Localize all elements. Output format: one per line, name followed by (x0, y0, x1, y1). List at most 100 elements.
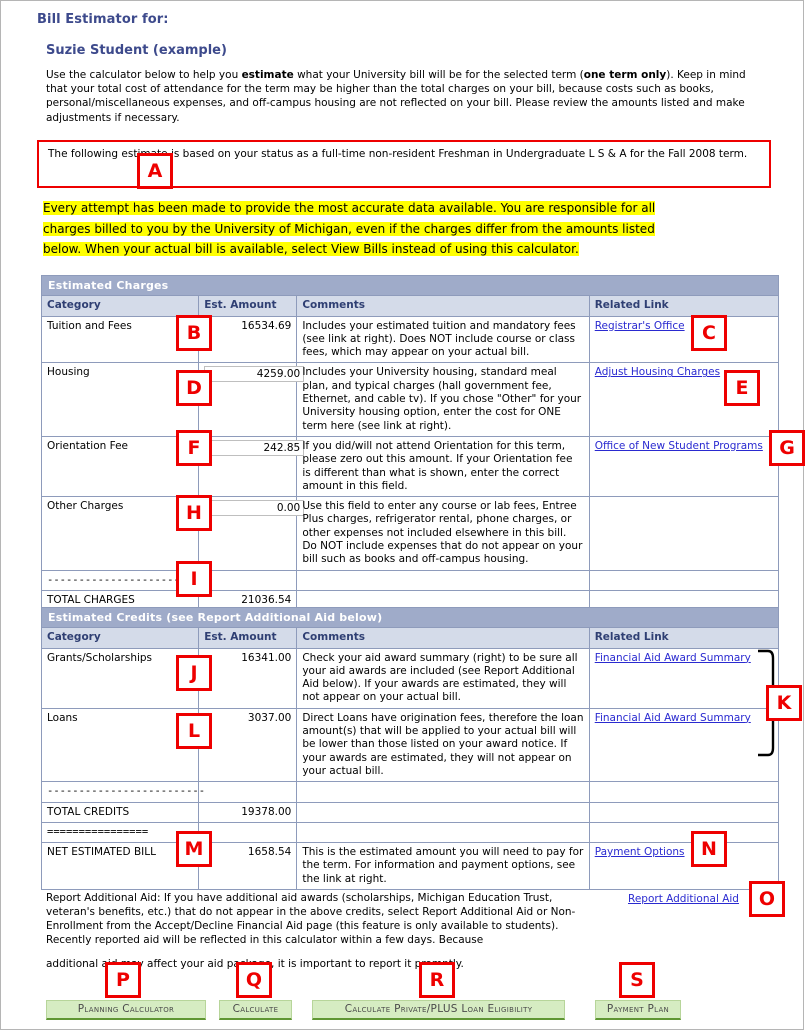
table-row: Loans 3037.00 Direct Loans have originat… (40, 707, 780, 783)
net-bill-amount: 1658.54 (198, 842, 298, 891)
marker-n: N (691, 831, 727, 867)
marker-p: P (105, 962, 141, 998)
credits-separator-row: ------------------------- (40, 781, 780, 803)
charges-col-link: Related Link (588, 295, 780, 317)
credits-col-category: Category (40, 627, 200, 649)
credits-total-amount: 19378.00 (198, 801, 298, 823)
marker-g: G (769, 430, 805, 466)
credits-row-0-amount: 16341.00 (198, 647, 298, 709)
marker-e: E (724, 370, 760, 406)
marker-m: M (176, 831, 212, 867)
charges-row-2-comment: If you did/will not attend Orientation f… (296, 435, 590, 498)
page-title: Bill Estimator for: (37, 12, 169, 27)
bill-estimator-page: Bill Estimator for: Suzie Student (examp… (0, 0, 805, 1030)
marker-d: D (176, 370, 212, 406)
table-row: Housing Includes your University housing… (40, 362, 780, 437)
marker-l: L (176, 713, 212, 749)
charges-separator-row: ----------------------- (40, 569, 780, 591)
credits-row-0-link-cell: Financial Aid Award Summary (588, 647, 780, 709)
estimated-charges-table: Estimated Charges Category Est. Amount C… (40, 274, 780, 612)
credits-separator-dashes: ------------------------- (40, 781, 205, 803)
charges-separator-link (588, 569, 780, 591)
charges-col-amount: Est. Amount (198, 295, 298, 317)
credits-row-0-comment: Check your aid award summary (right) to … (296, 647, 590, 709)
marker-s: S (619, 962, 655, 998)
charges-separator-amount (198, 569, 298, 591)
charges-row-3-comment: Use this field to enter any course or la… (296, 496, 590, 571)
table-row: Tuition and Fees 16534.69 Includes your … (40, 315, 780, 364)
charges-row-0-amount: 16534.69 (198, 315, 298, 364)
marker-q: Q (236, 962, 272, 998)
charges-section-title: Estimated Charges (41, 274, 779, 297)
charges-col-category: Category (40, 295, 200, 317)
credits-separator-link (588, 781, 780, 803)
credits-col-comments: Comments (296, 627, 590, 649)
charges-row-2-amount-cell (198, 435, 305, 498)
office-of-new-student-programs-link[interactable]: Office of New Student Programs (595, 440, 763, 452)
warning-line-3: below. When your actual bill is availabl… (43, 242, 579, 256)
credits-equals-comment (296, 821, 590, 844)
credits-equals-row: ================ (40, 821, 780, 844)
housing-amount-input[interactable] (204, 366, 305, 383)
note-paragraph-1: Report Additional Aid: If you have addit… (46, 892, 576, 946)
intro-bold-one-term: one term only (583, 69, 667, 81)
marker-f: F (176, 430, 212, 466)
warning-block: Every attempt has been made to provide t… (43, 198, 735, 260)
table-row: Orientation Fee If you did/will not atte… (40, 435, 780, 498)
charges-row-0-link-cell: Registrar's Office (588, 315, 780, 364)
marker-c: C (691, 315, 727, 351)
planning-calculator-button[interactable]: Planning Calculator (46, 1000, 206, 1020)
marker-i: I (176, 561, 212, 597)
marker-r: R (419, 962, 455, 998)
calculate-private-plus-loan-eligibility-button[interactable]: Calculate Private/PLUS Loan Eligibility (312, 1000, 565, 1020)
registrars-office-link[interactable]: Registrar's Office (595, 320, 685, 332)
marker-h: H (176, 495, 212, 531)
charges-col-comments: Comments (296, 295, 590, 317)
orientation-fee-input[interactable] (204, 439, 305, 456)
table-row: Other Charges Use this field to enter an… (40, 496, 780, 571)
charges-section-header: Estimated Charges (41, 274, 779, 297)
credits-separator-comment (296, 781, 590, 803)
estimated-credits-table: Estimated Credits (see Report Additional… (40, 606, 780, 891)
credits-col-amount: Est. Amount (198, 627, 298, 649)
intro-text-1: Use the calculator below to help you (46, 69, 242, 81)
intro-bold-estimate: estimate (241, 69, 294, 81)
credits-row-1-amount: 3037.00 (198, 707, 298, 783)
payment-plan-button[interactable]: Payment Plan (595, 1000, 681, 1020)
marker-j: J (176, 655, 212, 691)
credits-col-link: Related Link (588, 627, 780, 649)
net-estimated-bill-row: NET ESTIMATED BILL 1658.54 This is the e… (40, 842, 780, 891)
charges-separator-comment (296, 569, 590, 591)
charges-row-1-comment: Includes your University housing, standa… (296, 362, 590, 437)
charges-row-1-amount-cell (198, 362, 305, 437)
credits-equals-amount (198, 821, 298, 844)
charges-row-3-amount-cell (198, 496, 305, 571)
warning-line-2: charges billed to you by the University … (43, 221, 655, 236)
credits-equals-link (588, 821, 780, 844)
credits-total-label: TOTAL CREDITS (40, 801, 200, 823)
financial-aid-award-summary-link-grants[interactable]: Financial Aid Award Summary (595, 652, 751, 664)
credits-section-title: Estimated Credits (see Report Additional… (41, 606, 779, 629)
intro-text-2: what your University bill will be for th… (293, 69, 584, 81)
intro-paragraph: Use the calculator below to help you est… (46, 68, 770, 125)
financial-aid-award-summary-link-loans[interactable]: Financial Aid Award Summary (595, 712, 751, 724)
credits-section-header: Estimated Credits (see Report Additional… (41, 606, 779, 629)
credits-total-comment (296, 801, 590, 823)
payment-options-link[interactable]: Payment Options (595, 846, 685, 858)
adjust-housing-charges-link[interactable]: Adjust Housing Charges (595, 366, 720, 378)
other-charges-input[interactable] (204, 500, 305, 517)
report-additional-aid-link[interactable]: Report Additional Aid (628, 893, 739, 905)
table-row: Grants/Scholarships 16341.00 Check your … (40, 647, 780, 709)
net-bill-comment: This is the estimated amount you will ne… (296, 842, 590, 891)
credits-row-1-link-cell: Financial Aid Award Summary (588, 707, 780, 783)
credits-row-1-comment: Direct Loans have origination fees, ther… (296, 707, 590, 783)
student-name: Suzie Student (example) (46, 43, 227, 58)
marker-a: A (137, 153, 173, 189)
calculate-button[interactable]: Calculate (219, 1000, 292, 1020)
report-additional-aid-note: Report Additional Aid: If you have addit… (46, 891, 582, 971)
warning-line-1: Every attempt has been made to provide t… (43, 201, 656, 215)
charges-row-0-comment: Includes your estimated tuition and mand… (296, 315, 590, 364)
charges-column-headers: Category Est. Amount Comments Related Li… (40, 295, 780, 317)
marker-o: O (749, 881, 785, 917)
credits-column-headers: Category Est. Amount Comments Related Li… (40, 627, 780, 649)
